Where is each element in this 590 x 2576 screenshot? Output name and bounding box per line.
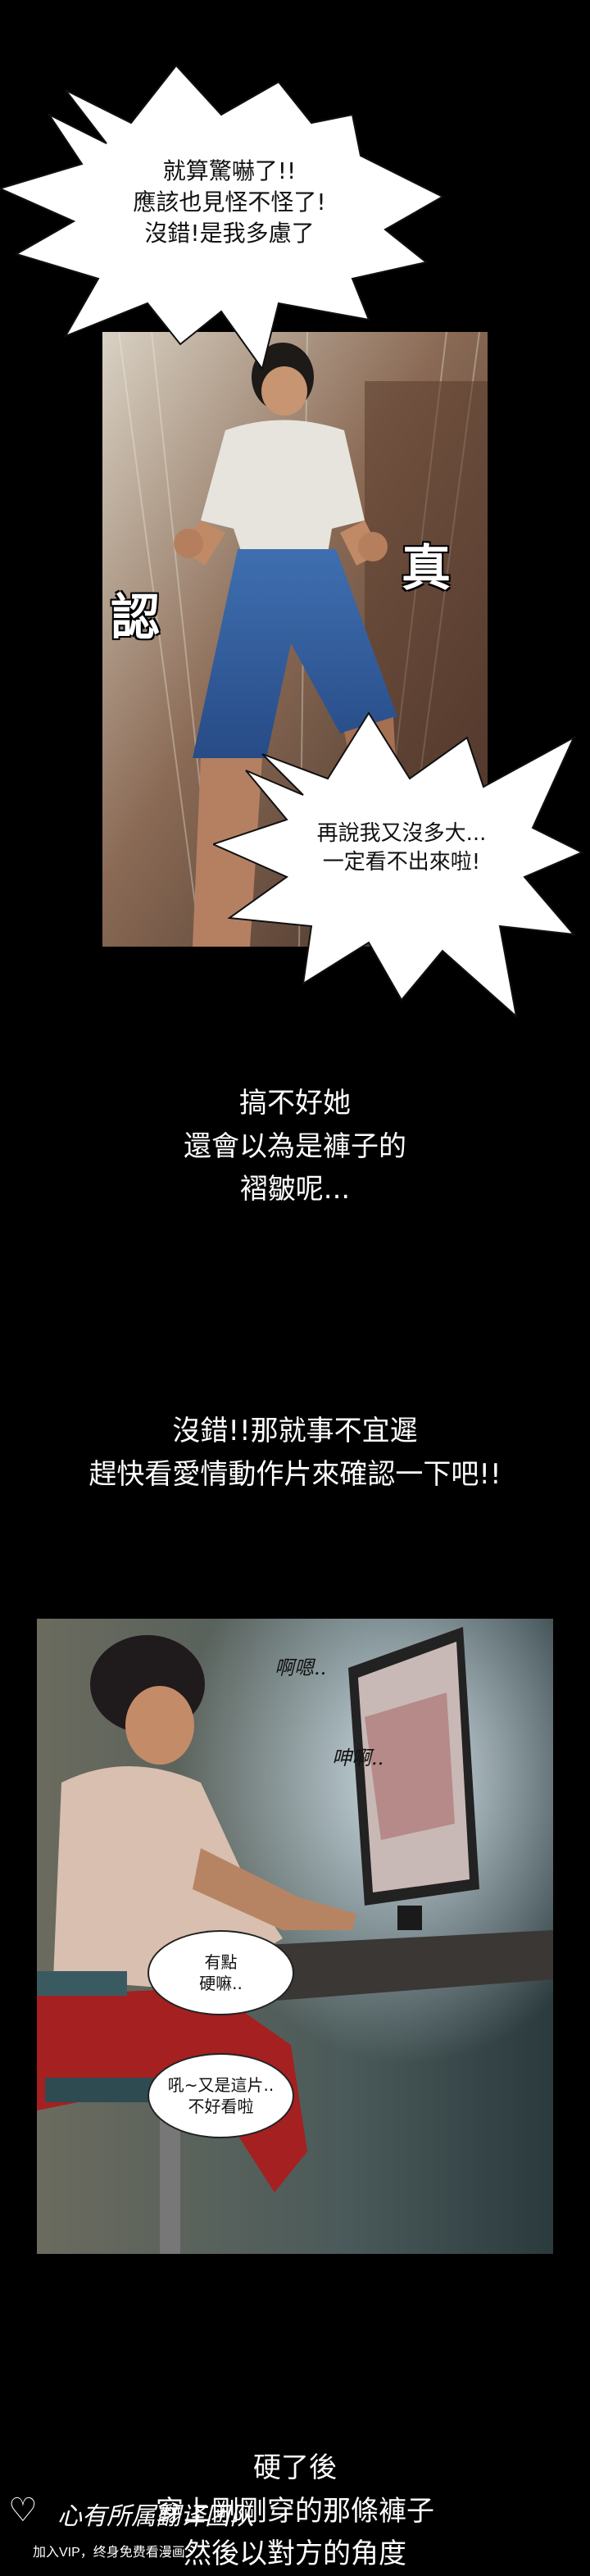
panel-2-boy-at-computer: 啊嗯.. 呻啊.. [37, 1619, 553, 2254]
watermark-subtitle: 加入VIP，终身免费看漫画 [33, 2546, 185, 2560]
narration-1-line-3: 褶皺呢... [239, 1173, 351, 1206]
watermark: ♡ 心有所属翻译团队 加入VIP，终身免费看漫画 [0, 2483, 262, 2565]
watermark-title: 心有所属翻译团队 [57, 2502, 254, 2531]
bubble-bottom-line-1: 再說我又沒多大... [316, 821, 487, 846]
bubble-a-line-1: 有點 [204, 1952, 238, 1972]
sfx-zhen: 真 [402, 540, 451, 597]
bubble-top-line-1: 就算驚嚇了!! [162, 157, 297, 184]
bubble-top-line-2: 應該也見怪不怪了! [133, 188, 326, 216]
narration-2-line-2: 趕快看愛情動作片來確認一下吧!! [88, 1457, 502, 1491]
bubble-top-line-3: 沒錯!是我多慮了 [144, 219, 315, 247]
narration-2-line-1: 沒錯!!那就事不宜遲 [172, 1415, 418, 1447]
narration-block-1: 搞不好她 還會以為是褲子的 褶皺呢... [0, 1082, 590, 1211]
bubble-b-line-1: 吼~又是這片.. [167, 2075, 275, 2095]
narration-1-line-2: 還會以為是褲子的 [184, 1129, 406, 1163]
sfx-moan-2: 呻啊.. [332, 1747, 384, 1770]
speech-bubble-b: 吼~又是這片.. 不好看啦 [148, 2053, 294, 2138]
sfx-moan-1: 啊嗯.. [275, 1656, 327, 1679]
bubble-bottom-line-2: 一定看不出來啦! [322, 850, 481, 875]
narration-block-2: 沒錯!!那就事不宜遲 趕快看愛情動作片來確認一下吧!! [0, 1410, 590, 1496]
speech-bubble-bottom: 再說我又沒多大... 一定看不出來啦! [213, 705, 590, 1024]
watermark-heart-icon: ♡ [8, 2492, 38, 2528]
sfx-ren: 認 [111, 589, 160, 647]
bubble-a-line-2: 硬嘛.. [199, 1974, 243, 1993]
speech-bubble-top: 就算驚嚇了!! 應該也見怪不怪了! 沒錯!是我多慮了 [0, 66, 459, 377]
bubble-b-line-2: 不好看啦 [188, 2097, 254, 2116]
speech-bubble-a: 有點 硬嘛.. [148, 1930, 294, 2015]
narration-1-line-1: 搞不好她 [239, 1087, 351, 1120]
panel-2-illustration [37, 1619, 553, 2254]
